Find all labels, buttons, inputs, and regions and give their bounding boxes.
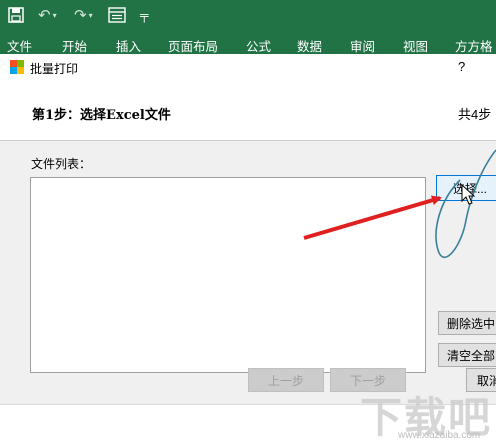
mouse-cursor-icon [461,183,477,211]
tab-review[interactable]: 审阅 [350,36,375,55]
form-icon[interactable] [108,6,126,24]
tab-fangfang[interactable]: 方方格 [455,36,493,55]
excel-title-bar: ↶ ▾ ↷ ▾ ╤ [0,0,496,30]
prev-step-button[interactable]: 上一步 [248,368,324,392]
ribbon-tabs: 文件 开始 插入 页面布局 公式 数据 审阅 视图 方方格 [0,30,496,54]
step-title: 第1步：选择Excel文件 [32,108,171,123]
step-count: 共4步 [458,107,492,122]
tab-view[interactable]: 视图 [403,36,428,55]
file-list-label: 文件列表： [31,157,92,171]
tab-data[interactable]: 数据 [297,36,322,55]
tab-page-layout[interactable]: 页面布局 [168,36,218,55]
delete-selected-button[interactable]: 删除选中 [438,311,496,335]
clear-all-button[interactable]: 清空全部 [438,343,496,367]
dialog-content: 文件列表： 选择... 删除选中 清空全部 [0,140,496,405]
file-list-box[interactable] [30,177,426,373]
tab-insert[interactable]: 插入 [116,36,141,55]
tab-formulas[interactable]: 公式 [246,36,271,55]
step-header: 第1步：选择Excel文件 共4步 [0,80,496,140]
help-button[interactable]: ? [458,59,465,74]
app-icon [9,59,25,75]
tab-file[interactable]: 文件 [7,36,32,55]
dialog-title: 批量打印 [30,62,79,76]
undo-icon[interactable]: ↶ ▾ [38,6,66,24]
customize-quick-access-icon[interactable]: ╤ [140,6,152,24]
save-icon[interactable] [8,6,24,24]
redo-icon[interactable]: ↷ ▾ [74,6,102,24]
dialog-title-bar: 批量打印 ? [0,54,496,80]
watermark-url: www.xiazaiba.com [398,430,481,441]
tab-home[interactable]: 开始 [62,36,87,55]
